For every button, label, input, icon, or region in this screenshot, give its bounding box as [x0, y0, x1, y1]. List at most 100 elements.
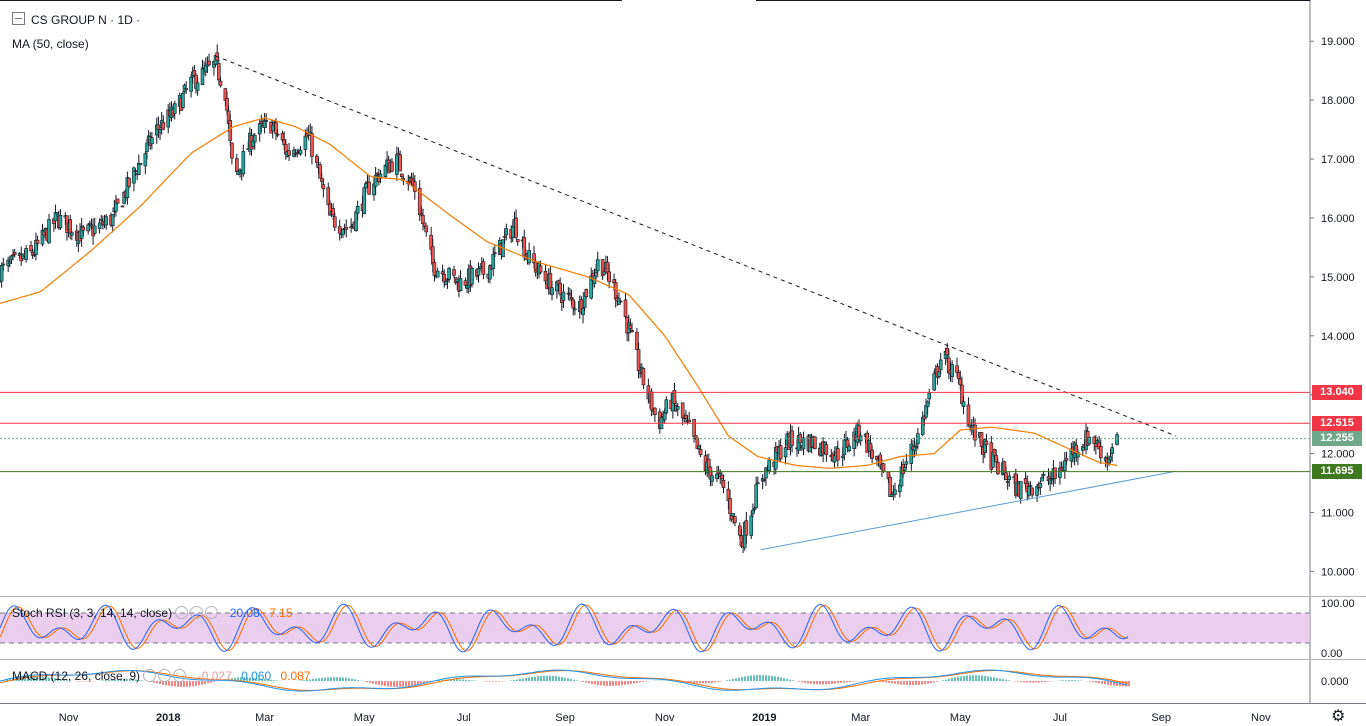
candle-down	[790, 430, 794, 446]
macd-histogram-bar	[564, 677, 566, 681]
macd-histogram-bar	[324, 677, 326, 681]
macd-histogram-bar	[1044, 681, 1046, 682]
macd-histogram-bar	[885, 681, 887, 683]
settings-icon[interactable]	[190, 606, 204, 619]
collapse-icon[interactable]	[12, 12, 25, 25]
macd-histogram-bar	[732, 678, 734, 681]
candle-down	[344, 227, 349, 230]
macd-histogram-bar	[486, 681, 488, 682]
candle-up	[573, 308, 577, 311]
candle-down	[607, 271, 611, 283]
eye-icon[interactable]	[175, 606, 189, 619]
candle-down	[35, 239, 40, 244]
time-tick-label: May	[950, 712, 971, 724]
candle-up	[754, 484, 758, 509]
candle-down	[295, 152, 300, 154]
macd-histogram-bar	[801, 681, 803, 683]
candle-up	[664, 399, 669, 414]
macd-histogram-bar	[891, 681, 893, 684]
macd-histogram-bar	[1062, 680, 1064, 681]
candle-up	[1038, 482, 1043, 488]
candle-up	[491, 254, 496, 270]
candle-down	[584, 289, 589, 297]
macd-histogram-bar	[594, 681, 596, 685]
candle-up	[7, 261, 12, 264]
candle-up	[801, 437, 806, 450]
close-icon[interactable]	[173, 669, 187, 682]
macd-line-value: 0.060	[241, 669, 272, 683]
candle-up	[395, 154, 399, 175]
candle-up	[920, 416, 925, 436]
candle-down	[463, 280, 468, 286]
macd-histogram-bar	[813, 681, 815, 685]
macd-histogram-bar	[882, 681, 884, 683]
macd-histogram-bar	[645, 681, 647, 682]
settings-icon[interactable]	[158, 669, 172, 682]
close-icon[interactable]	[205, 606, 219, 619]
candle-up	[0, 265, 4, 282]
macd-histogram-bar	[327, 677, 329, 681]
candle-down	[824, 444, 829, 455]
candle-up	[138, 162, 143, 165]
candle-down	[1098, 445, 1103, 459]
macd-histogram-bar	[759, 675, 761, 681]
candle-down	[115, 198, 120, 204]
candle-down	[29, 245, 33, 252]
candle-down	[605, 261, 610, 274]
macd-histogram-bar	[597, 681, 599, 686]
macd-histogram-bar	[1107, 681, 1109, 685]
macd-histogram-bar	[366, 681, 368, 683]
macd-histogram-bar	[393, 681, 395, 687]
macd-histogram-bar	[711, 681, 713, 683]
candle-down	[1023, 478, 1028, 485]
macd-histogram-bar	[336, 677, 338, 681]
candle-up	[752, 508, 757, 510]
macd-histogram-bar	[603, 681, 605, 686]
candle-up	[104, 216, 108, 226]
macd-histogram-bar	[558, 676, 560, 681]
macd-histogram-bar	[357, 679, 359, 681]
candle-down	[636, 349, 641, 372]
candle-up	[581, 308, 585, 315]
gear-icon[interactable]: ⚙	[1331, 706, 1345, 726]
macd-histogram-bar	[819, 681, 821, 685]
macd-histogram-bar	[714, 681, 716, 683]
macd-histogram-bar	[573, 679, 575, 681]
candle-up	[341, 229, 345, 236]
macd-histogram-bar	[825, 681, 827, 685]
macd-histogram-bar	[585, 681, 587, 683]
macd-histogram-bar	[849, 681, 851, 682]
candle-down	[68, 219, 73, 234]
macd-histogram-bar	[402, 681, 404, 687]
candle-down	[684, 414, 688, 419]
macd-histogram-bar	[330, 677, 332, 681]
candle-down	[218, 80, 223, 86]
price-tick-label: 17.000	[1321, 154, 1355, 166]
candle-down	[367, 181, 371, 195]
symbol-legend: CS GROUP N · 1D ·	[12, 12, 140, 27]
macd-histogram-bar	[498, 681, 500, 682]
candle-down	[375, 173, 380, 175]
candle-up	[24, 248, 28, 260]
candle-up	[264, 120, 269, 122]
macd-histogram-bar	[726, 680, 728, 681]
macd-histogram-bar	[753, 675, 755, 681]
candle-up	[1108, 456, 1113, 461]
macd-histogram-bar	[696, 681, 698, 684]
candle-up	[195, 82, 200, 91]
time-tick-label: 2019	[752, 712, 776, 724]
macd-histogram-bar	[633, 681, 635, 684]
candle-down	[12, 252, 17, 255]
macd-histogram-bar	[927, 681, 929, 684]
macd-histogram-bar	[549, 675, 551, 681]
macd-histogram-bar	[705, 681, 707, 684]
macd-histogram-bar	[510, 680, 512, 681]
eye-icon[interactable]	[143, 669, 157, 682]
candle-down	[1030, 487, 1034, 496]
candle-up	[137, 163, 141, 175]
candle-up	[950, 364, 954, 377]
candle-up	[470, 267, 474, 285]
macd-histogram-bar	[1098, 681, 1100, 684]
candle-up	[697, 445, 701, 449]
macd-histogram-bar	[600, 681, 602, 686]
